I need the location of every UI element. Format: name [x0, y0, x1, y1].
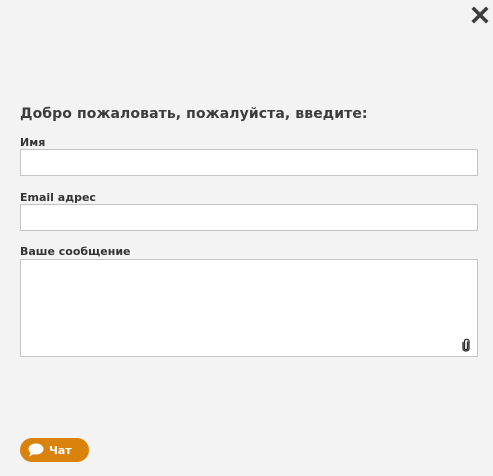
message-label: Ваше сообщение	[20, 245, 131, 258]
close-icon	[471, 6, 489, 24]
chat-label: Чат	[49, 443, 72, 457]
attach-button[interactable]	[461, 338, 471, 352]
name-field[interactable]	[20, 149, 478, 176]
paperclip-icon	[462, 338, 470, 352]
message-box	[20, 259, 478, 357]
email-field[interactable]	[20, 204, 478, 231]
email-label: Email адрес	[20, 191, 96, 204]
speech-bubble-icon	[28, 443, 44, 457]
welcome-heading: Добро пожаловать, пожалуйста, введите:	[20, 106, 368, 122]
message-field[interactable]	[21, 260, 477, 356]
name-label: Имя	[20, 136, 46, 149]
close-button[interactable]	[471, 6, 489, 24]
chat-button[interactable]: Чат	[20, 438, 89, 462]
